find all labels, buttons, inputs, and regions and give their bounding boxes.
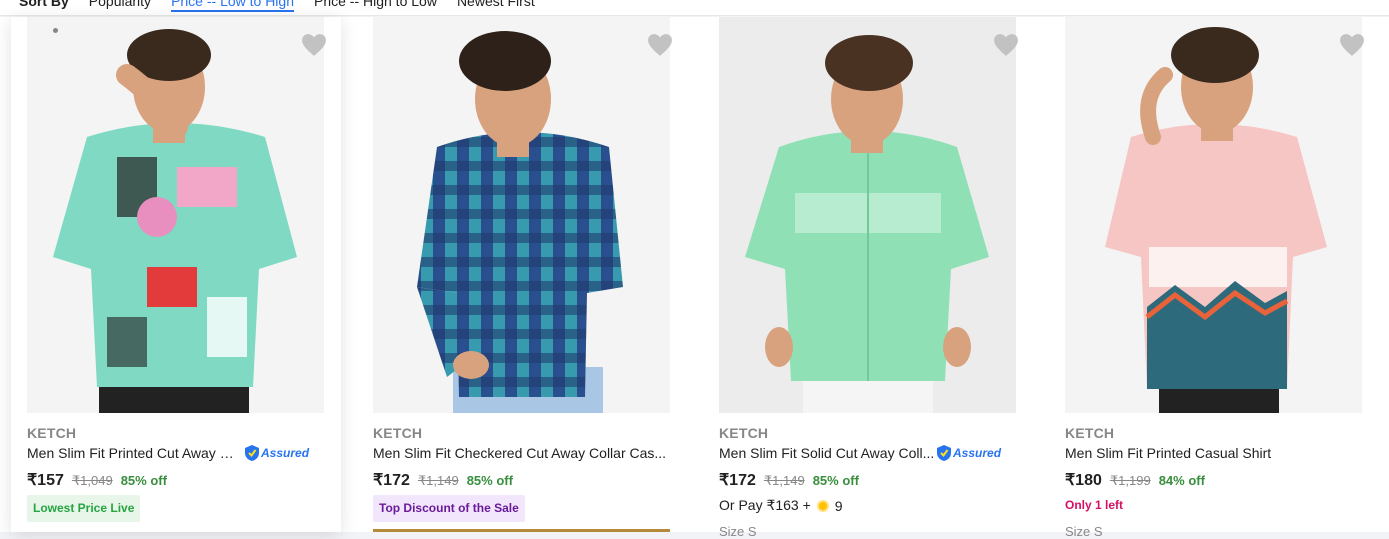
wishlist-heart-icon[interactable] (1339, 33, 1365, 57)
assured-badge: Assured (244, 443, 309, 463)
selling-price: ₹157 (27, 472, 64, 489)
assured-label: Assured (953, 446, 1002, 460)
price-row: ₹172 ₹1,149 85% off (373, 470, 513, 490)
shirt-photo-1 (27, 17, 324, 413)
assured-badge: Assured (936, 443, 1001, 463)
wishlist-heart-icon[interactable] (647, 33, 673, 57)
product-title[interactable]: Men Slim Fit Checkered Cut Away Collar C… (373, 445, 670, 461)
product-image[interactable] (27, 17, 324, 413)
stock-warning: Only 1 left (1065, 498, 1124, 512)
product-image[interactable] (1065, 17, 1362, 413)
assured-label: Assured (261, 446, 310, 460)
product-image[interactable] (373, 17, 670, 413)
discount-percent: 84% off (1158, 473, 1205, 488)
sort-option-price-high-low[interactable]: Price -- High to Low (314, 0, 437, 12)
product-card[interactable]: KETCH Men Slim Fit Printed Casual Shirt … (1049, 17, 1379, 539)
carousel-dot (53, 28, 58, 33)
product-brand: KETCH (27, 425, 77, 441)
product-image[interactable] (719, 17, 1016, 413)
pay-later-offer: Or Pay ₹163 + 9 (719, 497, 843, 514)
original-price: ₹1,149 (763, 473, 805, 488)
product-title[interactable]: Men Slim Fit Printed Cut Away C... (27, 445, 241, 461)
original-price: ₹1,149 (417, 473, 459, 488)
supercoin-icon (816, 499, 829, 512)
product-grid: KETCH Men Slim Fit Printed Cut Away C...… (0, 17, 1389, 539)
product-brand: KETCH (719, 425, 769, 441)
assured-shield-icon (937, 445, 951, 461)
shirt-photo-4 (1065, 17, 1362, 413)
selling-price: ₹172 (373, 472, 410, 489)
supercoin-count: 9 (834, 497, 843, 514)
lowest-price-badge: Lowest Price Live (27, 495, 141, 522)
discount-percent: 85% off (466, 473, 513, 488)
product-brand: KETCH (373, 425, 423, 441)
product-title[interactable]: Men Slim Fit Printed Casual Shirt (1065, 445, 1362, 461)
price-row: ₹172 ₹1,149 85% off (719, 470, 859, 490)
wishlist-heart-icon[interactable] (301, 33, 327, 57)
shirt-photo-3 (719, 17, 1016, 413)
price-row: ₹180 ₹1,199 84% off (1065, 470, 1205, 490)
sort-by-label: Sort By (19, 0, 69, 9)
product-title[interactable]: Men Slim Fit Solid Cut Away Coll... (719, 445, 935, 461)
sort-options: Sort By Popularity Price -- Low to High … (19, 0, 535, 12)
original-price: ₹1,199 (1109, 473, 1151, 488)
top-discount-badge: Top Discount of the Sale (373, 495, 525, 522)
selling-price: ₹172 (719, 472, 756, 489)
shirt-photo-2 (373, 17, 670, 413)
discount-percent: 85% off (812, 473, 859, 488)
pay-later-text: Or Pay ₹163 + (719, 497, 811, 513)
product-card[interactable]: KETCH Men Slim Fit Solid Cut Away Coll..… (703, 17, 1033, 539)
assured-shield-icon (245, 445, 259, 461)
selling-price: ₹180 (1065, 472, 1102, 489)
wishlist-heart-icon[interactable] (993, 33, 1019, 57)
sort-option-newest[interactable]: Newest First (457, 0, 535, 12)
discount-percent: 85% off (120, 473, 167, 488)
sort-bar: Sort By Popularity Price -- Low to High … (0, 0, 1389, 16)
original-price: ₹1,049 (71, 473, 113, 488)
product-card[interactable]: KETCH Men Slim Fit Checkered Cut Away Co… (357, 17, 687, 532)
product-brand: KETCH (1065, 425, 1115, 441)
sort-option-popularity[interactable]: Popularity (89, 0, 151, 12)
product-card[interactable]: KETCH Men Slim Fit Printed Cut Away C...… (11, 17, 341, 532)
sort-option-price-low-high[interactable]: Price -- Low to High (171, 0, 294, 12)
price-row: ₹157 ₹1,049 85% off (27, 470, 167, 490)
